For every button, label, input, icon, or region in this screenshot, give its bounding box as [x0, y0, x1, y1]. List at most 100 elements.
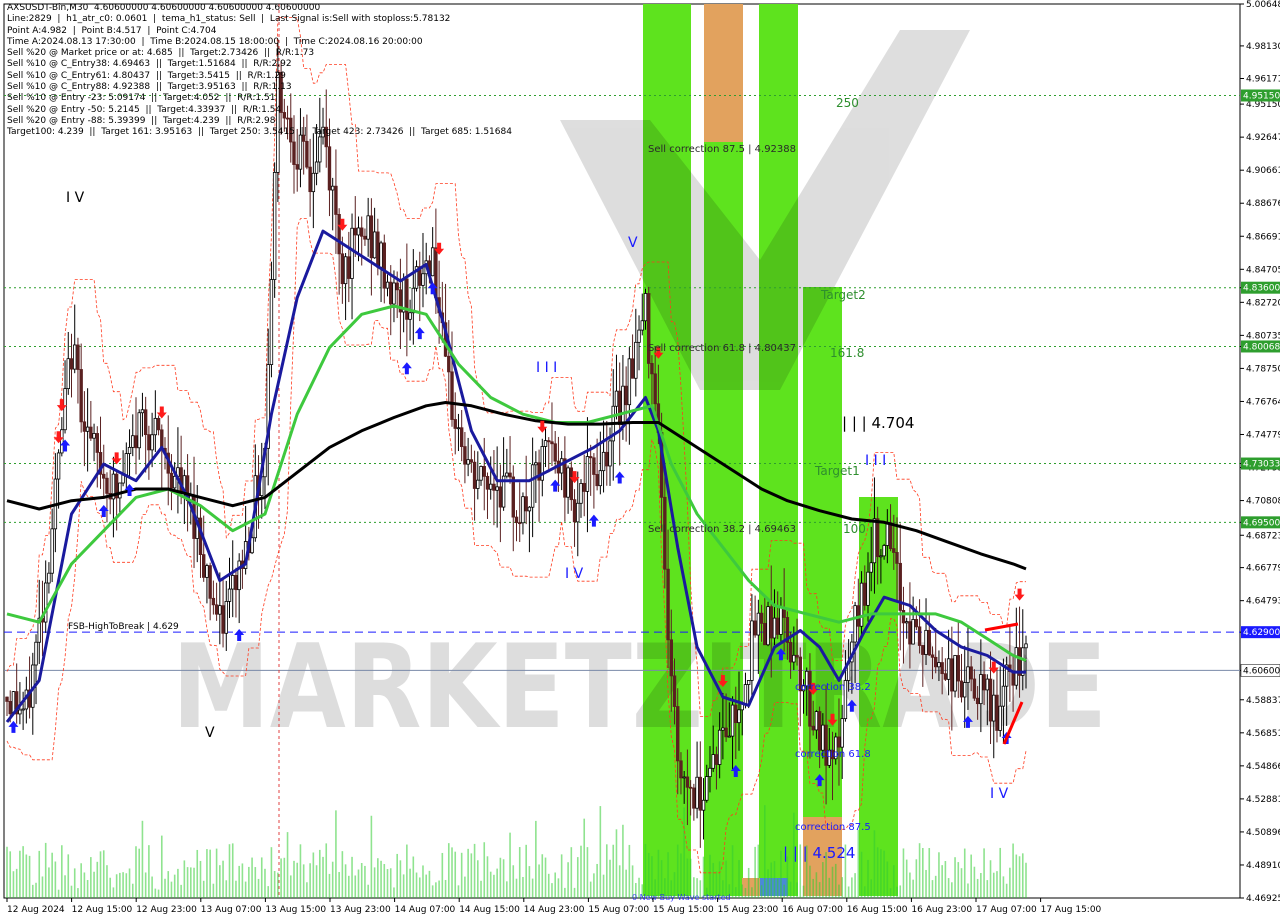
candle-body	[730, 704, 735, 737]
volume-bar	[760, 885, 763, 898]
price-tick-label: 4.92647	[1246, 133, 1280, 143]
volume-bar	[980, 873, 982, 898]
candle-body	[453, 419, 457, 429]
volume-bar	[380, 860, 382, 898]
volume-bar	[431, 885, 434, 898]
volume-bar	[273, 870, 276, 898]
volume-bar	[241, 863, 244, 898]
candle-body	[676, 706, 680, 762]
candle-body	[779, 607, 783, 635]
volume-bar	[351, 856, 353, 898]
candle-body	[569, 467, 574, 501]
candle-body	[837, 736, 841, 748]
volume-bar	[544, 857, 547, 898]
volume-bar	[1005, 883, 1008, 898]
candle-body	[959, 680, 964, 698]
volume-bar	[296, 862, 299, 898]
volume-bar	[551, 883, 553, 898]
volume-bar	[493, 874, 495, 898]
volume-bar	[599, 806, 602, 898]
volume-bar	[357, 869, 360, 898]
volume-bar	[238, 865, 240, 898]
volume-bar	[709, 854, 711, 898]
candle-body	[682, 776, 686, 779]
volume-bar	[776, 878, 779, 898]
volume-bar	[177, 868, 179, 898]
volume-bar	[61, 845, 63, 898]
volume-bar	[841, 877, 843, 898]
candle-body	[814, 711, 819, 731]
time-tick-label: 14 Aug 15:00	[459, 905, 520, 915]
candle-body	[311, 172, 316, 193]
time-tick-label: 12 Aug 15:00	[72, 905, 133, 915]
candle-body	[753, 620, 757, 636]
volume-bar	[831, 866, 834, 898]
volume-bar	[441, 852, 444, 898]
volume-bar	[6, 846, 8, 898]
candle-body	[672, 675, 677, 707]
candle-body	[895, 552, 899, 564]
candle-body	[934, 656, 938, 668]
candle-body	[734, 704, 738, 724]
volume-bar	[915, 859, 918, 898]
volume-bar	[983, 848, 985, 898]
candle-body	[489, 483, 493, 490]
volume-bar	[564, 887, 566, 898]
volume-bar	[483, 842, 486, 898]
volume-bar	[28, 855, 31, 898]
volume-bar	[1018, 856, 1021, 898]
time-tick-label: 16 Aug 23:00	[911, 905, 972, 915]
candle-body	[788, 642, 793, 663]
time-tick-label: 15 Aug 15:00	[653, 905, 714, 915]
volume-bar	[280, 858, 282, 898]
volume-bar	[644, 843, 647, 898]
volume-bar	[1002, 876, 1005, 898]
volume-bar	[128, 868, 131, 898]
candle-body	[543, 440, 548, 447]
info-line: Time A:2024.08.13 17:30:00 | Time B:2024…	[7, 36, 423, 47]
volume-bar	[325, 843, 328, 898]
volume-bar	[815, 872, 818, 898]
candle-body	[340, 253, 345, 285]
target2-label: Target2	[820, 288, 866, 302]
candle-body	[614, 390, 619, 407]
time-tick-label: 17 Aug 07:00	[976, 905, 1037, 915]
volume-bar	[867, 859, 869, 898]
volume-bar	[102, 850, 105, 898]
candle-body	[1014, 647, 1019, 686]
candle-body	[169, 472, 174, 489]
volume-bar	[396, 853, 398, 898]
candle-body	[872, 518, 877, 564]
candle-body	[234, 575, 238, 591]
volume-bar	[335, 810, 337, 898]
volume-bar	[409, 868, 411, 898]
volume-bar	[818, 882, 821, 898]
fsb-label: FSB-HighToBreak | 4.629	[68, 622, 179, 632]
volume-bar	[931, 880, 934, 898]
volume-bar	[64, 875, 66, 898]
info-line: Sell %20 @ Entry -50: 5.2145 || Target:4…	[7, 104, 282, 115]
price-tick-label: 4.46925	[1246, 894, 1280, 904]
price-tick-label: 4.48910	[1246, 861, 1280, 871]
candle-body	[688, 786, 693, 789]
volume-bar	[54, 861, 57, 898]
volume-bar	[773, 861, 776, 898]
volume-bar	[219, 865, 221, 898]
volume-bar	[35, 882, 37, 898]
price-tick-label: 5.00648	[1246, 0, 1280, 10]
candle-body	[766, 606, 770, 646]
candle-body	[105, 477, 109, 494]
volume-bar	[399, 860, 402, 898]
price-label-text: 4.95150	[1243, 91, 1280, 101]
volume-bar	[422, 865, 424, 898]
price-tick-label: 4.84705	[1246, 265, 1280, 275]
volume-bar	[764, 805, 766, 898]
candle-body	[711, 754, 715, 769]
candle-body	[695, 776, 699, 809]
volume-bar	[512, 865, 515, 898]
candle-body	[376, 231, 380, 268]
volume-bar	[557, 878, 560, 898]
volume-bar	[286, 832, 289, 898]
candle-body	[763, 622, 767, 646]
candle-body	[640, 320, 644, 331]
